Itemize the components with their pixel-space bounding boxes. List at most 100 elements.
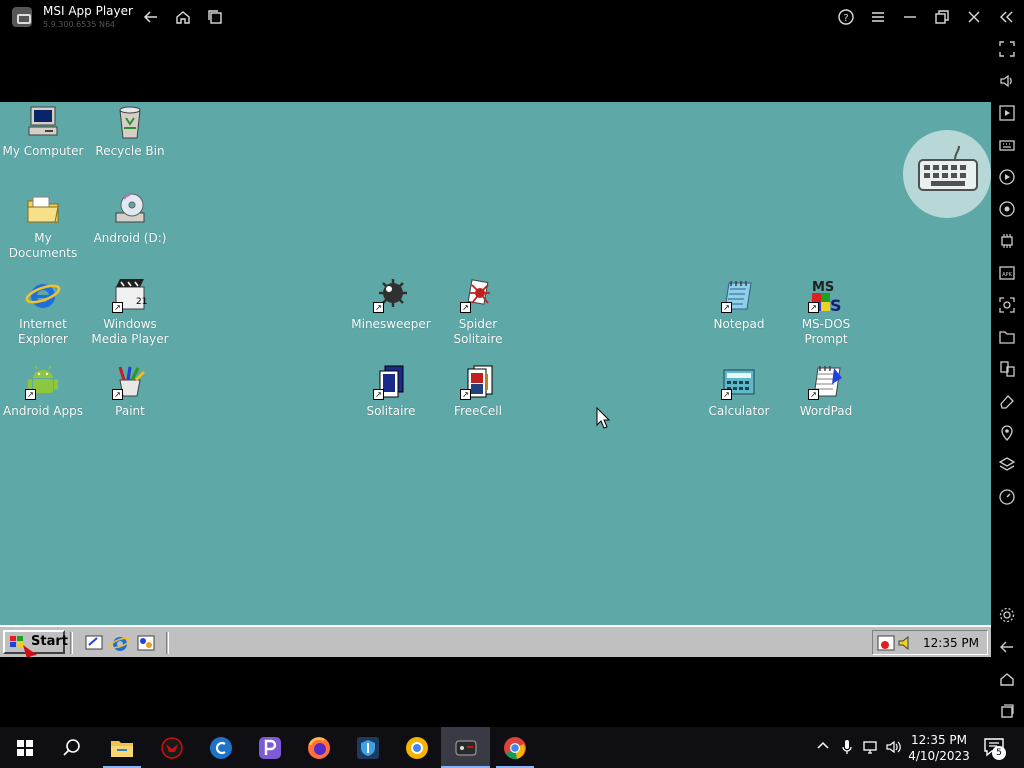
icon-label: My Documents [8,231,78,260]
minimize-icon[interactable] [901,8,919,26]
fullscreen-icon[interactable] [998,40,1016,58]
media-player-icon: 21 ↗ [112,277,148,313]
multi-instance-icon[interactable] [206,8,224,26]
back-arrow-icon[interactable] [142,8,160,26]
desktop-icon-recycle-bin[interactable]: Recycle Bin [88,104,172,159]
keyboard-icon [918,145,978,191]
collapse-sidebar-icon[interactable] [997,8,1015,26]
android-back-icon[interactable] [998,638,1016,656]
screenshot-icon[interactable] [998,296,1016,314]
performance-icon[interactable] [998,232,1016,250]
desktop-icon-internet-explorer[interactable]: Internet Explorer [1,277,85,347]
onscreen-keyboard-button[interactable] [903,130,991,218]
show-desktop-icon[interactable] [84,633,104,653]
speaker-icon[interactable] [897,634,915,652]
icon-label: My Computer [2,144,84,158]
windows-start-icon[interactable] [12,735,38,761]
desktop-icon-my-computer[interactable]: My Computer [1,104,85,159]
shortcut-arrow-icon: ↗ [373,389,384,400]
shortcut-arrow-icon: ↗ [373,302,384,313]
help-icon[interactable]: ? [837,8,855,26]
shortcut-arrow-icon: ↗ [25,389,36,400]
scheduler-icon[interactable] [877,634,895,652]
desktop-icon-minesweeper[interactable]: ↗ Minesweeper [349,277,433,332]
ms-dos-icon: MS S ↗ [808,277,844,315]
multi-window-icon[interactable] [998,360,1016,378]
freecell-cards-icon: ↗ [460,364,496,400]
wordpad-icon: ↗ [808,364,844,400]
calculator-icon: ↗ [721,364,757,400]
desktop-icon-spider-solitaire[interactable]: ↗ Spider Solitaire [436,277,520,347]
network-icon[interactable] [862,739,878,759]
taskbar-separator [70,632,73,654]
channels-icon[interactable] [136,633,156,653]
home-icon[interactable] [174,8,192,26]
desktop-icon-my-documents[interactable]: My Documents [1,191,85,261]
file-explorer-icon[interactable] [109,735,135,761]
desktop-icon-solitaire[interactable]: ↗ Solitaire [349,364,433,419]
folder-icon[interactable] [998,328,1016,346]
location-icon[interactable] [998,424,1016,442]
cd-drive-icon [112,191,148,227]
search-icon[interactable] [59,735,85,761]
close-icon[interactable] [965,8,983,26]
taskbar-separator [166,632,169,654]
settings-gear-icon[interactable] [998,606,1016,624]
rotate-icon[interactable] [998,200,1016,218]
shortcut-arrow-icon: ↗ [721,389,732,400]
media-manager-icon[interactable] [998,104,1016,122]
internet-explorer-icon [25,277,61,313]
firefox-icon[interactable] [306,735,332,761]
icon-label: Minesweeper [351,317,431,331]
win98-taskbar: Start 12:35 PM [0,625,991,657]
eraser-icon[interactable] [998,392,1016,410]
android-home-icon[interactable] [998,670,1016,688]
android-recents-icon[interactable] [998,702,1016,720]
desktop-icon-ms-dos-prompt[interactable]: MS S ↗ MS-DOS Prompt [784,277,868,347]
security-shield-icon[interactable] [355,735,381,761]
notepad-icon: ↗ [721,277,757,313]
browser-shield-icon[interactable] [404,735,430,761]
icon-label: Android Apps [3,404,83,418]
chrome-icon[interactable] [502,735,528,761]
volume-icon[interactable] [998,72,1016,90]
chevron-up-icon[interactable] [816,739,830,757]
android-robot-icon: ↗ [25,364,61,400]
msi-app-player-taskbar-active[interactable] [441,727,490,768]
desktop-icon-paint[interactable]: ↗ Paint [88,364,172,419]
desktop-icon-android-apps[interactable]: ↗ Android Apps [1,364,85,419]
menu-icon[interactable] [869,8,887,26]
icon-label: Android (D:) [93,231,167,245]
apk-install-icon[interactable]: APK [998,264,1016,282]
volume-tray-icon[interactable] [885,739,903,759]
mine-icon: ↗ [373,277,409,313]
shortcut-arrow-icon: ↗ [112,389,123,400]
internet-explorer-quicklaunch-icon[interactable] [109,633,131,653]
desktop-icon-android-d[interactable]: Android (D:) [88,191,172,246]
screen-bottom-padding [0,657,991,727]
win10-time: 12:35 PM [911,733,967,747]
desktop-icon-notepad[interactable]: ↗ Notepad [697,277,781,332]
msi-dragon-icon[interactable] [159,735,185,761]
desktop-icon-windows-media-player[interactable]: 21 ↗ Windows Media Player [88,277,172,347]
svg-text:21: 21 [136,297,147,307]
layers-icon[interactable] [998,456,1016,474]
solitaire-cards-icon: ↗ [373,364,409,400]
desktop-icon-calculator[interactable]: ↗ Calculator [697,364,781,419]
shortcut-arrow-icon: ↗ [808,302,819,313]
restore-icon[interactable] [933,8,951,26]
keyboard-icon[interactable] [998,136,1016,154]
desktop-icon-freecell[interactable]: ↗ FreeCell [436,364,520,419]
pandora-icon[interactable] [257,735,283,761]
speed-gauge-icon[interactable] [998,488,1016,506]
desktop-icon-wordpad[interactable]: ↗ WordPad [784,364,868,419]
msi-app-player-window: MSI App Player 5.9.300.6535 N64 ? APK My… [0,0,1024,768]
win10-clock[interactable]: 12:35 PM 4/10/2023 [905,732,973,764]
win98-clock[interactable]: 12:35 PM [923,636,979,650]
microphone-icon[interactable] [840,739,854,759]
icon-label: Solitaire [366,404,416,418]
recycle-bin-icon [112,104,148,140]
ccleaner-icon[interactable] [208,735,234,761]
macro-icon[interactable] [998,168,1016,186]
msi-app-player-icon [455,740,477,756]
